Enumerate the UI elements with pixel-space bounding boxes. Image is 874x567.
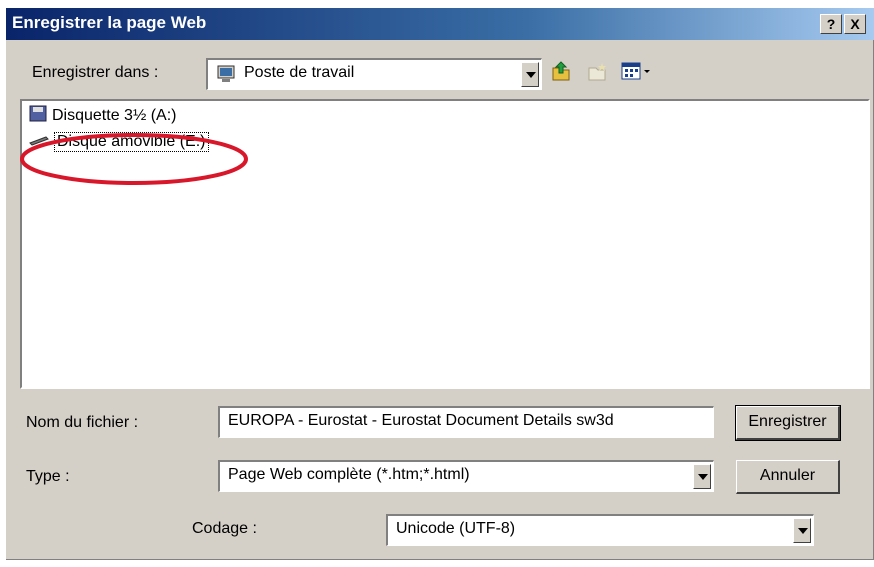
filename-input[interactable]: EUROPA - Eurostat - Eurostat Document De… (218, 406, 714, 438)
floppy-drive-icon (28, 105, 48, 128)
dialog-title: Enregistrer la page Web (12, 13, 207, 32)
encoding-dropdown[interactable]: Unicode (UTF-8) (386, 514, 814, 546)
encoding-value: Unicode (UTF-8) (396, 520, 516, 537)
highlight-circle (20, 133, 248, 185)
new-folder-icon[interactable] (586, 60, 608, 87)
type-label: Type : (26, 468, 70, 485)
save-button[interactable]: Enregistrer (735, 405, 841, 441)
up-folder-icon[interactable] (550, 60, 572, 87)
floppy-drive-label: Disquette 3½ (A:) (52, 107, 177, 124)
save-in-dropdown[interactable]: Poste de travail (206, 58, 542, 90)
save-in-value: Poste de travail (244, 64, 355, 81)
type-value: Page Web complète (*.htm;*.html) (228, 466, 470, 483)
type-dropdown[interactable]: Page Web complète (*.htm;*.html) (218, 460, 714, 492)
computer-icon (216, 65, 236, 88)
cancel-button[interactable]: Annuler (736, 460, 840, 494)
view-menu-icon[interactable] (620, 60, 652, 87)
save-dialog: Enregistrer la page Web ? X Enregistrer … (6, 8, 874, 560)
close-button[interactable]: X (844, 14, 866, 34)
help-button[interactable]: ? (820, 14, 842, 34)
save-in-label: Enregistrer dans : (32, 64, 159, 81)
chevron-down-icon[interactable] (521, 62, 539, 87)
list-item-floppy[interactable]: Disquette 3½ (A:) (28, 105, 177, 127)
chevron-down-icon[interactable] (693, 464, 711, 489)
title-bar[interactable]: Enregistrer la page Web ? X (6, 8, 874, 40)
filename-value: EUROPA - Eurostat - Eurostat Document De… (228, 412, 614, 429)
filename-label: Nom du fichier : (26, 414, 139, 431)
encoding-label: Codage : (192, 520, 257, 537)
chevron-down-icon[interactable] (793, 518, 811, 543)
